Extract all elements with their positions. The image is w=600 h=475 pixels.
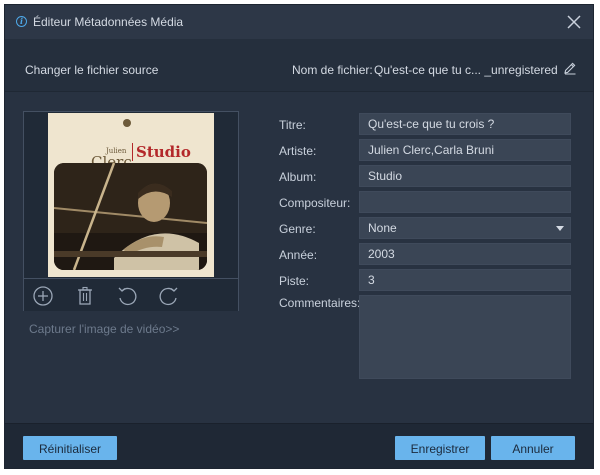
cover-photo <box>54 163 207 270</box>
rotate-right-icon <box>159 287 178 306</box>
genre-label: Genre: <box>279 222 316 236</box>
rotate-right-button[interactable] <box>158 285 180 307</box>
year-input[interactable]: 2003 <box>359 243 571 265</box>
filename-label: Nom de fichier: <box>292 63 373 77</box>
genre-selected-value: None <box>368 221 397 235</box>
track-label: Piste: <box>279 274 310 288</box>
metadata-editor-window: i Éditeur Métadonnées Média Changer le f… <box>4 4 594 469</box>
add-icon <box>33 286 53 306</box>
cover-tools-bar <box>24 278 238 311</box>
year-label: Année: <box>279 248 318 262</box>
trash-icon <box>78 286 92 305</box>
cover-art-image: Julien Clerc Studio <box>48 113 214 277</box>
save-button[interactable]: Enregistrer <box>395 436 485 460</box>
comments-label: Commentaires: <box>279 296 361 310</box>
change-source-button[interactable]: Changer le fichier source <box>25 63 158 77</box>
comments-textarea[interactable] <box>359 295 571 379</box>
cancel-button[interactable]: Annuler <box>491 436 575 460</box>
title-input[interactable]: Qu'est-ce que tu crois ? <box>359 113 571 135</box>
genre-select[interactable]: None <box>359 217 571 239</box>
window-title: Éditeur Métadonnées Média <box>33 15 184 29</box>
close-button[interactable] <box>563 11 585 33</box>
track-input[interactable]: 3 <box>359 269 571 291</box>
reset-button[interactable]: Réinitialiser <box>23 436 117 460</box>
rotate-left-button[interactable] <box>116 285 138 307</box>
composer-input[interactable] <box>359 191 571 213</box>
file-toolbar: Changer le fichier source Nom de fichier… <box>5 39 593 92</box>
album-input[interactable]: Studio <box>359 165 571 187</box>
artist-label: Artiste: <box>279 144 317 158</box>
capture-video-frame-link[interactable]: Capturer l'image de vidéo>> <box>29 322 179 336</box>
filename-value: Qu'est-ce que tu c... _unregistered.m <box>374 63 557 77</box>
add-cover-button[interactable] <box>32 285 54 307</box>
title-label: Titre: <box>279 118 306 132</box>
edit-filename-button[interactable] <box>563 61 577 75</box>
info-icon: i <box>16 16 27 27</box>
pencil-icon <box>564 62 576 75</box>
cover-art-panel: Julien Clerc Studio <box>23 111 239 311</box>
delete-cover-button[interactable] <box>74 285 96 307</box>
title-bar: i Éditeur Métadonnées Média <box>5 5 593 39</box>
rotate-left-icon <box>118 287 137 306</box>
dialog-footer: Réinitialiser Enregistrer Annuler <box>5 423 593 468</box>
composer-label: Compositeur: <box>279 196 351 210</box>
close-icon <box>567 15 581 29</box>
label-logo <box>123 119 131 127</box>
album-label: Album: <box>279 170 317 184</box>
artist-input[interactable]: Julien Clerc,Carla Bruni <box>359 139 571 161</box>
cover-album-title: Studio <box>132 143 191 161</box>
chevron-down-icon <box>556 226 564 231</box>
